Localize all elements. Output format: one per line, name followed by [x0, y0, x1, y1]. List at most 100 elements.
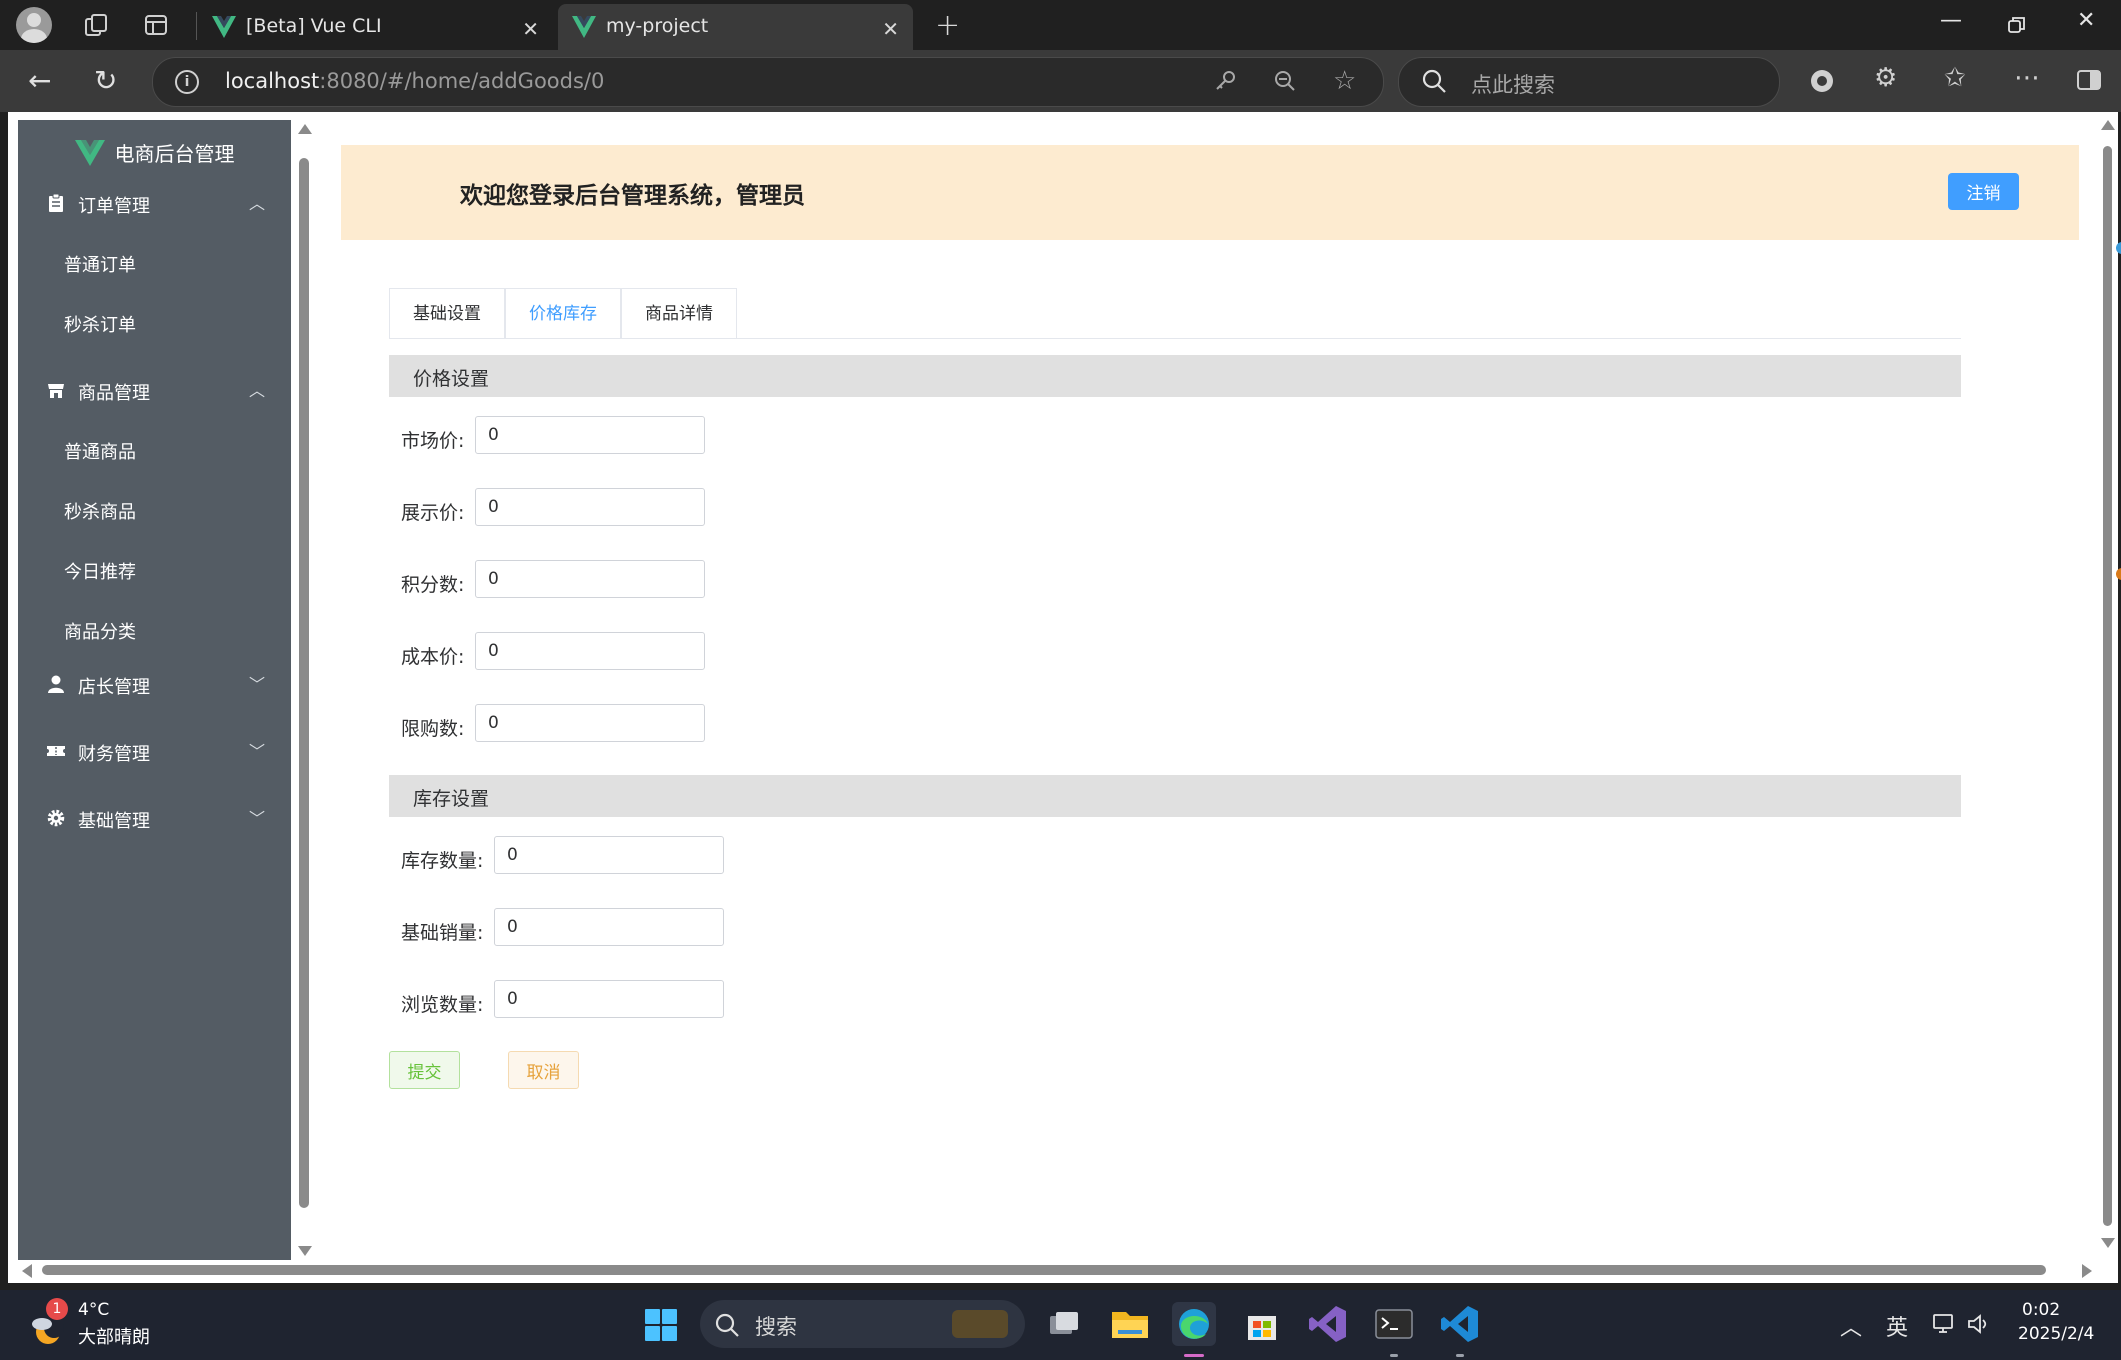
tab-actions-icon[interactable] — [142, 11, 170, 39]
cancel-button[interactable]: 取消 — [508, 1051, 579, 1089]
address-bar[interactable]: i localhost:8080/#/home/addGoods/0 ☆ — [152, 57, 1384, 107]
menu-group-finance[interactable]: 财务管理 ﹀ — [18, 724, 291, 780]
browser-search-box[interactable]: 点此搜索 — [1398, 57, 1780, 107]
key-icon[interactable] — [1213, 69, 1237, 93]
goods-form-tabs: 基础设置 价格库存 商品详情 — [389, 288, 1961, 339]
menu-item-normal-orders[interactable]: 普通订单 — [18, 234, 291, 290]
view-count-input[interactable] — [494, 980, 724, 1018]
tab-price-stock[interactable]: 价格库存 — [505, 288, 621, 338]
menu-item-label: 普通商品 — [64, 442, 136, 463]
menu-group-label: 订单管理 — [78, 196, 150, 217]
menu-item-flash-orders[interactable]: 秒杀订单 — [18, 294, 291, 350]
browser-tab-my-project[interactable]: my-project ✕ — [558, 4, 913, 50]
edge-icon — [1179, 1309, 1209, 1339]
cost-price-input[interactable] — [475, 632, 705, 670]
scroll-up-arrow[interactable] — [298, 124, 312, 134]
active-app-indicator — [1184, 1354, 1204, 1357]
url-text[interactable]: localhost:8080/#/home/addGoods/0 — [225, 69, 604, 93]
base-sales-input[interactable] — [494, 908, 724, 946]
scroll-thumb[interactable] — [42, 1265, 2046, 1275]
volume-icon[interactable] — [1966, 1312, 1992, 1336]
scroll-right-arrow[interactable] — [2082, 1264, 2092, 1278]
page-scrollbar[interactable] — [2096, 112, 2118, 1252]
tab-goods-detail[interactable]: 商品详情 — [621, 288, 737, 338]
close-window-icon[interactable]: ✕ — [2077, 8, 2095, 33]
workspaces-icon[interactable] — [82, 11, 110, 39]
search-icon — [1422, 69, 1446, 93]
close-tab-icon[interactable]: ✕ — [882, 17, 899, 41]
profile-avatar[interactable] — [16, 7, 52, 43]
scroll-left-arrow[interactable] — [22, 1264, 32, 1278]
chevron-down-icon: ﹀ — [248, 675, 265, 694]
vscode-icon[interactable] — [1438, 1302, 1482, 1346]
menu-item-label: 秒杀商品 — [64, 502, 136, 523]
logout-button[interactable]: 注销 — [1948, 173, 2019, 210]
scroll-up-arrow[interactable] — [2101, 120, 2115, 130]
task-view-icon[interactable] — [1042, 1302, 1086, 1346]
windows-start-icon[interactable] — [644, 1308, 678, 1342]
menu-group-basic[interactable]: 基础管理 ﹀ — [18, 791, 291, 847]
clock-time[interactable]: 0:02 — [2022, 1300, 2060, 1320]
stock-section-header: 库存设置 — [389, 775, 1961, 817]
search-icon — [715, 1313, 739, 1337]
file-explorer-icon[interactable] — [1108, 1302, 1152, 1346]
ms-store-icon[interactable] — [1240, 1302, 1284, 1346]
favorite-star-icon[interactable]: ☆ — [1333, 66, 1356, 96]
sidebar-toggle-icon[interactable] — [2076, 68, 2102, 92]
new-tab-button[interactable]: + — [935, 8, 960, 43]
weather-temperature[interactable]: 4°C — [78, 1300, 109, 1320]
taskbar-search[interactable]: 搜索 — [700, 1300, 1025, 1348]
menu-item-flash-goods[interactable]: 秒杀商品 — [18, 481, 291, 537]
app-logo: 电商后台管理 — [18, 138, 291, 167]
stock-qty-input[interactable] — [494, 836, 724, 874]
network-icon[interactable] — [1932, 1312, 1958, 1336]
menu-group-goods[interactable]: 商品管理 ︿ — [18, 363, 291, 419]
refresh-icon[interactable]: ↻ — [94, 64, 117, 97]
input-method-indicator[interactable]: 英 — [1886, 1310, 1908, 1342]
menu-item-today-recommend[interactable]: 今日推荐 — [18, 541, 291, 597]
welcome-message: 欢迎您登录后台管理系统，管理员 — [460, 183, 805, 209]
show-hidden-icons-chevron-icon[interactable]: ︿ — [1840, 1310, 1862, 1342]
scroll-down-arrow[interactable] — [298, 1246, 312, 1256]
purchase-limit-input[interactable] — [475, 704, 705, 742]
site-info-icon[interactable]: i — [175, 70, 199, 94]
back-icon[interactable]: ← — [28, 64, 51, 97]
close-tab-icon[interactable]: ✕ — [522, 17, 539, 41]
visual-studio-icon[interactable] — [1306, 1302, 1350, 1346]
extensions-icon[interactable]: ⚙ — [1874, 63, 1897, 93]
clock-date[interactable]: 2025/2/4 — [2018, 1324, 2094, 1344]
menu-item-normal-goods[interactable]: 普通商品 — [18, 421, 291, 477]
field-label: 展示价: — [401, 502, 465, 524]
restore-icon[interactable] — [2006, 14, 2028, 36]
scroll-marker — [2116, 568, 2121, 580]
price-section-header: 价格设置 — [389, 355, 1961, 397]
field-label: 库存数量: — [401, 850, 484, 872]
scroll-down-arrow[interactable] — [2101, 1238, 2115, 1248]
zoom-out-icon[interactable] — [1273, 69, 1297, 93]
points-input[interactable] — [475, 560, 705, 598]
display-price-input[interactable] — [475, 488, 705, 526]
favorites-icon[interactable]: ✩ — [1944, 63, 1966, 93]
scroll-thumb[interactable] — [299, 158, 309, 1208]
more-menu-icon[interactable]: ⋯ — [2014, 63, 2040, 93]
vue-logo-icon — [212, 16, 236, 38]
edge-browser-app[interactable] — [1172, 1302, 1216, 1346]
scroll-marker — [2116, 242, 2121, 254]
tab-separator — [196, 12, 197, 40]
record-icon[interactable] — [1809, 68, 1835, 94]
weather-description[interactable]: 大部晴朗 — [78, 1323, 150, 1349]
tab-basic-settings[interactable]: 基础设置 — [389, 288, 505, 338]
menu-item-label: 今日推荐 — [64, 562, 136, 583]
menu-group-orders[interactable]: 订单管理 ︿ — [18, 176, 291, 232]
sidebar-scrollbar[interactable] — [294, 120, 314, 1260]
submit-button[interactable]: 提交 — [389, 1051, 460, 1089]
menu-item-goods-category[interactable]: 商品分类 — [18, 601, 291, 657]
minimize-icon[interactable]: — — [1940, 8, 1962, 33]
terminal-icon[interactable] — [1372, 1302, 1416, 1346]
scroll-thumb[interactable] — [2103, 146, 2112, 1226]
market-price-input[interactable] — [475, 416, 705, 454]
vue-logo-icon — [572, 16, 596, 38]
horizontal-scrollbar[interactable] — [18, 1260, 2096, 1280]
menu-group-managers[interactable]: 店长管理 ﹀ — [18, 657, 291, 713]
browser-tab-vue-cli[interactable]: [Beta] Vue CLI ✕ — [198, 4, 553, 50]
